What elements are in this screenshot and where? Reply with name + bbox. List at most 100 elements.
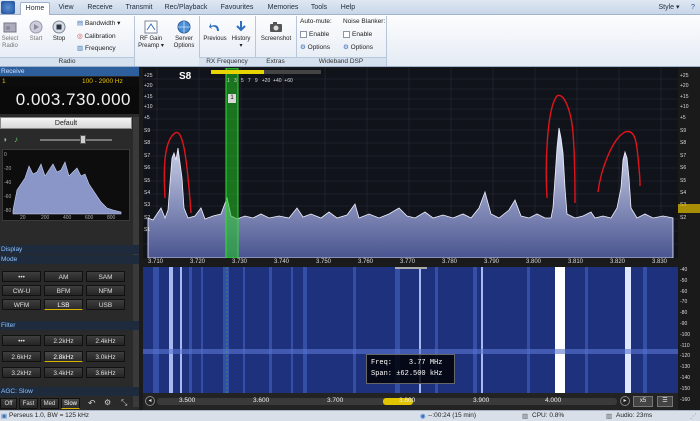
agc-header[interactable]: AGC: Slow bbox=[0, 387, 139, 396]
agc-off-button[interactable]: Off bbox=[0, 398, 17, 409]
mode-more-button[interactable]: ••• bbox=[2, 271, 41, 282]
filter-2-6khz-button[interactable]: 2.6kHz bbox=[2, 351, 41, 362]
display-header[interactable]: Display bbox=[0, 245, 139, 254]
mode-bfm-button[interactable]: BFM bbox=[44, 285, 83, 296]
calibration-button[interactable]: ◎ Calibration bbox=[77, 32, 116, 40]
settings-icon[interactable]: ⚙ bbox=[104, 398, 111, 407]
noise-blanker-checkbox[interactable] bbox=[343, 31, 350, 38]
rf-gain-label: RF Gain Preamp bbox=[138, 36, 163, 49]
filter-2-8khz-button[interactable]: 2.8kHz bbox=[44, 351, 83, 362]
select-radio-button[interactable]: Select Radio bbox=[0, 20, 20, 50]
frequency-display[interactable]: 0.003.730.000 bbox=[0, 86, 139, 114]
server-options-button[interactable]: Server Options bbox=[170, 20, 198, 50]
rf-gain-button[interactable]: RF Gain Preamp ▾ bbox=[136, 20, 166, 50]
filter-3-0khz-button[interactable]: 3.0kHz bbox=[86, 351, 125, 362]
frequency-axis[interactable]: 3.710 3.720 3.730 3.740 3.750 3.760 3.77… bbox=[143, 258, 678, 267]
filter-2-2khz-button[interactable]: 2.2kHz bbox=[44, 335, 83, 346]
mode-cwu-button[interactable]: CW-U bbox=[2, 285, 41, 296]
mode-am-button[interactable]: AM bbox=[44, 271, 83, 282]
calibration-label: Calibration bbox=[84, 33, 116, 40]
noise-blanker-options[interactable]: ⚙ Options bbox=[343, 43, 373, 51]
wf-tick: 3.600 bbox=[253, 397, 270, 404]
db-right-label: S5 bbox=[680, 177, 687, 184]
previous-button[interactable]: Previous bbox=[202, 20, 228, 43]
mode-lsb-button[interactable]: LSB bbox=[44, 299, 83, 310]
preset-selector[interactable]: Default bbox=[0, 117, 132, 129]
right-level-marker[interactable] bbox=[678, 204, 700, 213]
wf-db-label: -70 bbox=[680, 299, 688, 306]
freq-tick: 3.730 bbox=[232, 259, 248, 265]
filter-more-button[interactable]: ••• bbox=[2, 335, 41, 346]
app-menu-orb[interactable] bbox=[1, 1, 15, 14]
tab-tools[interactable]: Tools bbox=[306, 2, 332, 15]
history-button[interactable]: History ▾ bbox=[230, 20, 252, 50]
spectrum-tick-0: 20 bbox=[20, 215, 26, 221]
previous-label: Previous bbox=[203, 36, 227, 42]
help-icon[interactable]: ? bbox=[688, 2, 698, 15]
zoom-dropdown[interactable]: x5 bbox=[633, 396, 653, 407]
smeter-scale-5: 5 bbox=[240, 78, 244, 84]
audio-status: Audio: 23ms bbox=[616, 412, 653, 419]
mute-icon[interactable]: ♪ bbox=[14, 135, 23, 144]
server-options-label: Server Options bbox=[173, 36, 195, 49]
smeter-scale-60: +60 bbox=[284, 78, 293, 84]
rx-marker-label[interactable]: 1 bbox=[228, 94, 236, 103]
waterfall-scroll-indicator[interactable] bbox=[395, 267, 427, 269]
waterfall-axis[interactable]: ◂ 3.500 3.600 3.700 3.800 3.900 4.000 ▸ … bbox=[143, 393, 678, 410]
tab-rec-playback[interactable]: Rec/Playback bbox=[162, 2, 210, 15]
frequency-button[interactable]: ▥ Frequency bbox=[77, 44, 116, 52]
auto-mute-enable[interactable]: Enable bbox=[300, 31, 329, 38]
screenshot-button[interactable]: Screenshot bbox=[258, 20, 294, 43]
tab-favourites[interactable]: Favourites bbox=[216, 2, 258, 15]
agc-fast-button[interactable]: Fast bbox=[19, 398, 38, 409]
mode-header[interactable]: Mode bbox=[0, 255, 139, 264]
stop-button[interactable]: Stop bbox=[49, 20, 69, 43]
start-button[interactable]: Start bbox=[26, 20, 46, 43]
waterfall-settings-icon[interactable]: ☰ bbox=[657, 396, 673, 407]
tab-view[interactable]: View bbox=[54, 2, 78, 15]
audio-spectrum: 0 -20 -40 -60 -80 20 200 400 600 800 bbox=[2, 149, 130, 221]
db-left-label: S2 bbox=[144, 214, 151, 221]
mode-usb-button[interactable]: USB bbox=[86, 299, 125, 310]
mode-sam-button[interactable]: SAM bbox=[86, 271, 125, 282]
filter-3-4khz-button[interactable]: 3.4kHz bbox=[44, 367, 83, 378]
tab-help[interactable]: Help bbox=[336, 2, 360, 15]
auto-mute-options[interactable]: ⚙ Options bbox=[300, 43, 330, 51]
wf-db-label: -160 bbox=[680, 396, 691, 403]
resize-grip-icon[interactable]: ⋰ bbox=[690, 412, 697, 420]
agc-med-button[interactable]: Med bbox=[40, 398, 59, 409]
bandwidth-icon: ▤ bbox=[77, 20, 84, 27]
mode-wfm-button[interactable]: WFM bbox=[2, 299, 41, 310]
agc-slow-button[interactable]: Slow bbox=[61, 398, 80, 409]
bandwidth-button[interactable]: ▤ Bandwidth ▾ bbox=[77, 19, 120, 27]
filter-3-2khz-button[interactable]: 3.2kHz bbox=[2, 367, 41, 378]
scroll-right-button[interactable]: ▸ bbox=[620, 396, 630, 406]
frequency-icon: ▥ bbox=[77, 45, 84, 52]
style-menu[interactable]: Style ▾ bbox=[652, 2, 686, 15]
freq-tick: 3.760 bbox=[358, 259, 374, 265]
volume-slider-thumb[interactable] bbox=[80, 135, 86, 144]
back-icon[interactable]: ↶ bbox=[88, 398, 96, 409]
tab-home[interactable]: Home bbox=[20, 2, 50, 15]
audio-icon: ▥ bbox=[606, 413, 613, 420]
tab-transmit[interactable]: Transmit bbox=[122, 2, 156, 15]
auto-mute-checkbox[interactable] bbox=[300, 31, 307, 38]
volume-slider[interactable] bbox=[40, 139, 112, 141]
noise-blanker-enable[interactable]: Enable bbox=[343, 31, 372, 38]
filter-2-4khz-button[interactable]: 2.4kHz bbox=[86, 335, 125, 346]
mode-nfm-button[interactable]: NFM bbox=[86, 285, 125, 296]
smeter-value: S8 bbox=[179, 71, 192, 82]
tab-receive[interactable]: Receive bbox=[84, 2, 116, 15]
wf-tick: 3.700 bbox=[327, 397, 344, 404]
scroll-left-button[interactable]: ◂ bbox=[145, 396, 155, 406]
right-scale: +25 +20 +15 +10 +5 S9 S8 S7 S6 S5 S4 S3 … bbox=[678, 68, 700, 410]
filter-3-6khz-button[interactable]: 3.6kHz bbox=[86, 367, 125, 378]
freq-tick: 3.820 bbox=[610, 259, 626, 265]
resize-icon[interactable]: ⤡ bbox=[121, 398, 127, 408]
tab-memories[interactable]: Memories bbox=[264, 2, 302, 15]
speaker-icon[interactable]: ◗ bbox=[3, 135, 12, 144]
tooltip-span-row: Span: ±62.500 kHz bbox=[371, 369, 450, 380]
filter-header[interactable]: Filter bbox=[0, 321, 139, 330]
spectrum-view[interactable]: S8 1 3 5 7 9 +20 +40 +60 1 +25 +20 +15 +… bbox=[143, 67, 678, 259]
freq-tick: 3.790 bbox=[484, 259, 500, 265]
